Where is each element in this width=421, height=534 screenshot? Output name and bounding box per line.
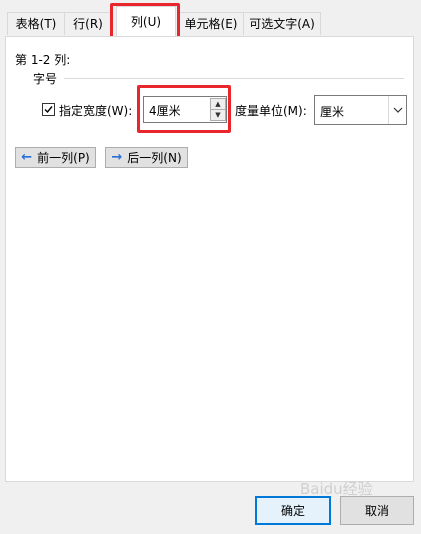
- measure-unit-select[interactable]: 厘米: [314, 95, 407, 125]
- column-range-title: 第 1-2 列:: [15, 53, 71, 67]
- size-group-label: 字号: [33, 72, 58, 86]
- cancel-button[interactable]: 取消: [340, 496, 414, 525]
- measure-unit-label: 度量单位(M):: [235, 104, 307, 118]
- specify-width-label: 指定宽度(W):: [59, 104, 133, 118]
- previous-column-label: 前一列(P): [37, 151, 90, 165]
- arrow-left-icon: ←: [21, 150, 33, 165]
- watermark-text: Baidu经验: [300, 480, 373, 498]
- tab-strip: 表格(T) 行(R) 列(U) 单元格(E) 可选文字(A): [0, 0, 421, 42]
- tab-table-label: 表格(T): [15, 17, 57, 31]
- ok-button[interactable]: 确定: [255, 496, 331, 525]
- size-group-divider: [64, 78, 404, 79]
- tab-row[interactable]: 行(R): [64, 12, 112, 35]
- arrow-right-icon: →: [111, 150, 123, 165]
- next-column-button[interactable]: → 后一列(N): [105, 147, 188, 168]
- column-properties-panel: 第 1-2 列: 字号 指定宽度(W): 4厘米 ▲ ▼ 度量单位(M): 厘米…: [5, 36, 414, 482]
- tab-alt-text[interactable]: 可选文字(A): [243, 12, 321, 35]
- ok-button-label: 确定: [280, 504, 305, 518]
- checkmark-icon: [44, 106, 53, 114]
- tab-alt-text-label: 可选文字(A): [249, 17, 315, 31]
- previous-column-button[interactable]: ← 前一列(P): [15, 147, 96, 168]
- tab-cell[interactable]: 单元格(E): [178, 12, 244, 35]
- tab-cell-label: 单元格(E): [184, 17, 238, 31]
- cancel-button-label: 取消: [364, 504, 389, 518]
- width-highlight-box: [137, 85, 231, 133]
- tab-table[interactable]: 表格(T): [7, 12, 65, 35]
- next-column-label: 后一列(N): [127, 151, 182, 165]
- measure-unit-value: 厘米: [320, 105, 345, 119]
- chevron-down-icon[interactable]: [388, 96, 406, 124]
- tab-row-label: 行(R): [73, 17, 103, 31]
- specify-width-checkbox[interactable]: [42, 103, 55, 116]
